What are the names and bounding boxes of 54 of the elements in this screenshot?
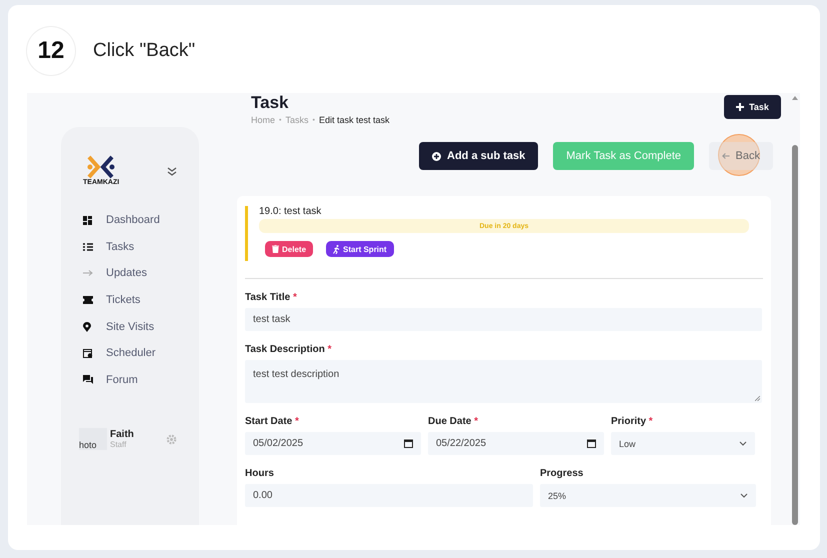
text-field[interactable]: 0.00	[245, 484, 533, 507]
logo-mark-icon	[86, 155, 116, 179]
chevron-down-icon	[739, 441, 747, 446]
calendar-icon[interactable]	[404, 439, 413, 448]
back-button[interactable]: Back	[709, 142, 773, 170]
nav-item[interactable]: Scheduler	[83, 344, 185, 362]
scroll-up-icon[interactable]	[791, 95, 799, 101]
arrow-left-icon	[722, 152, 730, 160]
date-field[interactable]: 05/22/2025	[428, 432, 604, 455]
add-subtask-button[interactable]: Add a sub task	[419, 142, 538, 170]
user-role: Staff	[110, 440, 128, 450]
text-field[interactable]: test task	[245, 308, 762, 331]
start-sprint-button[interactable]: Start Sprint	[326, 241, 394, 257]
image-alt-text: hoto	[79, 440, 97, 450]
ticket-icon	[83, 296, 93, 304]
field-label: Task Title *	[245, 292, 298, 303]
field-label: Task Description *	[245, 344, 333, 355]
step-instruction: Click "Back"	[93, 40, 196, 62]
calendar-icon[interactable]	[587, 439, 596, 448]
date-field[interactable]: 05/02/2025	[245, 432, 421, 455]
field-label: Hours	[245, 468, 275, 479]
nav-item[interactable]: Tickets	[83, 292, 185, 308]
delete-button[interactable]: Delete	[265, 241, 314, 257]
list-icon	[83, 242, 93, 251]
trash-icon	[272, 245, 279, 253]
plus-icon	[736, 103, 744, 111]
calendar-clock-icon	[83, 348, 93, 358]
nav-item[interactable]: Site Visits	[83, 318, 185, 335]
new-task-button[interactable]: Task	[724, 95, 781, 119]
page-title: Task	[251, 93, 290, 112]
double-chevron-icon[interactable]	[167, 166, 177, 176]
select-field[interactable]: Low	[611, 432, 755, 455]
field-label: Due Date *	[428, 416, 480, 427]
field-label: Priority *	[611, 416, 654, 427]
task-heading: 19.0: test task	[259, 206, 322, 217]
arrow-right-icon	[83, 270, 93, 276]
nav-item[interactable]: Forum	[83, 372, 185, 388]
description-field[interactable]: test test description	[245, 360, 762, 403]
running-person-icon	[333, 244, 340, 254]
field-label: Progress	[540, 468, 584, 479]
plus-circle-icon	[432, 152, 442, 160]
nav-item[interactable]: Tasks	[83, 238, 185, 256]
user-name: Faith	[110, 429, 135, 440]
resize-handle-icon[interactable]	[755, 396, 760, 401]
step-number-badge: 12	[27, 27, 75, 75]
chevron-down-icon	[740, 493, 748, 498]
location-pin-icon	[83, 322, 91, 332]
nav-item[interactable]: Updates	[83, 265, 185, 282]
chat-bubbles-icon	[83, 375, 93, 384]
field-label: Start Date *	[245, 416, 300, 427]
scrollbar-thumb[interactable]	[792, 145, 798, 525]
nav-item[interactable]: Dashboard	[83, 212, 185, 229]
select-field[interactable]: 25%	[540, 484, 756, 507]
grid-icon	[83, 216, 92, 225]
